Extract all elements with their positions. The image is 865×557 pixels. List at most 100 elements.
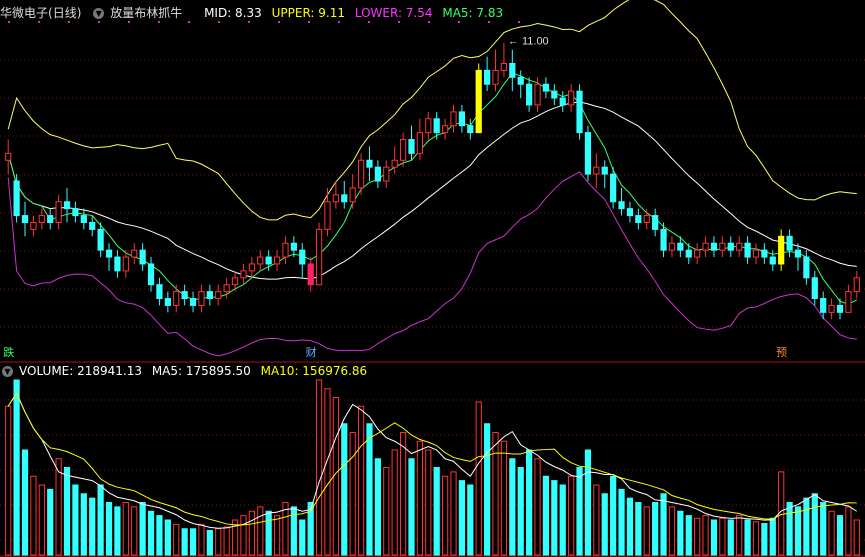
- volume-bar: [845, 506, 852, 556]
- volume-bar: [156, 515, 163, 556]
- candle-body: [710, 242, 718, 251]
- volume-bar: [13, 379, 20, 556]
- volume-bar: [509, 458, 516, 556]
- candle-body: [845, 291, 852, 313]
- volume-bar: [568, 475, 575, 556]
- volume-bar: [769, 517, 776, 556]
- upper-value: UPPER: 9.11: [271, 6, 345, 20]
- volume-bar: [727, 519, 734, 556]
- candle-body: [719, 242, 726, 251]
- volume-bar: [399, 432, 407, 556]
- volume-bar: [147, 510, 155, 556]
- volume-bar: [315, 379, 323, 556]
- volume-bar: [341, 423, 348, 556]
- candle-body: [828, 304, 835, 313]
- volume-bar: [72, 484, 79, 556]
- volume-bar: [677, 510, 684, 556]
- event-marker-1[interactable]: 财: [305, 346, 318, 359]
- candle-body: [441, 125, 449, 134]
- ma5-value: MA5: 7.83: [442, 6, 504, 20]
- candle-body: [778, 235, 785, 265]
- volume-bar: [374, 458, 381, 556]
- candle-body: [366, 159, 373, 168]
- volume-bar: [349, 432, 356, 556]
- candle-body: [568, 90, 575, 106]
- volume-bar: [694, 517, 701, 556]
- candle-body: [30, 221, 37, 230]
- candle-body: [383, 166, 390, 182]
- ma5-line: [7, 72, 858, 305]
- candle-body: [114, 256, 121, 272]
- candle-body: [677, 242, 684, 251]
- candle-body: [643, 215, 650, 223]
- candle-body: [105, 249, 113, 258]
- candle-body: [63, 201, 71, 210]
- volume-bar: [97, 484, 104, 556]
- volume-bar: [736, 515, 743, 556]
- stock-chart-window: ← 11.00 华微电子(日线) ▼ 放量布林抓牛 MID: 8.33 UPPER…: [0, 0, 865, 557]
- volume-bar: [803, 497, 810, 556]
- volume-bar: [299, 519, 306, 556]
- volume-bar: [542, 475, 550, 556]
- stock-name[interactable]: 华微电子: [0, 6, 48, 20]
- volume-bar: [744, 519, 751, 556]
- candle-body: [206, 291, 213, 300]
- candle-body: [257, 256, 264, 265]
- max-price-label: ← 11.00: [508, 36, 549, 48]
- candle-body: [341, 194, 348, 203]
- chevron-down-icon[interactable]: ▼: [2, 366, 13, 377]
- volume-bar: [685, 515, 692, 556]
- volume-bar: [55, 458, 62, 556]
- period-label[interactable]: (日线): [48, 6, 81, 20]
- candle-body: [576, 90, 583, 134]
- volume-bar: [526, 449, 533, 556]
- candle-body: [744, 242, 751, 258]
- candle-body: [660, 228, 667, 251]
- upper-band-line: [7, 0, 857, 221]
- volume-bar: [425, 449, 432, 556]
- event-marker-0[interactable]: 跌: [2, 346, 15, 359]
- candle-body: [307, 263, 314, 286]
- candle-body: [156, 284, 163, 300]
- volume-bar: [450, 471, 457, 556]
- volume-bar: [475, 401, 482, 556]
- volume-panel-header: ▼ VOLUME: 218941.13 MA5: 175895.50 MA10: …: [0, 362, 373, 380]
- candle-body: [820, 298, 827, 313]
- candle-body: [357, 159, 365, 189]
- candle-body: [685, 249, 692, 258]
- candle-body: [694, 249, 701, 258]
- volume-bar: [660, 493, 667, 556]
- chart-canvas[interactable]: ← 11.00: [0, 0, 865, 557]
- volume-bar: [80, 493, 87, 556]
- volume-bar: [122, 502, 129, 556]
- candle-body: [526, 83, 533, 106]
- candle-body: [80, 215, 87, 223]
- candle-body: [425, 118, 432, 134]
- chevron-down-icon[interactable]: ▼: [93, 8, 105, 19]
- volume-bar: [240, 515, 247, 556]
- indicator-name[interactable]: 放量布林抓牛: [110, 6, 182, 20]
- candle-body: [173, 291, 180, 306]
- candle-body: [786, 235, 793, 251]
- candle-body: [240, 270, 247, 279]
- candle-body: [315, 228, 323, 286]
- candle-body: [47, 215, 54, 223]
- volume-bar: [559, 484, 566, 556]
- volume-bar: [223, 526, 230, 556]
- volume-bar: [836, 515, 844, 556]
- candle-body: [248, 263, 255, 272]
- candle-body: [265, 256, 272, 265]
- volume-ma5-value: MA5: 175895.50: [151, 364, 251, 378]
- candle-body: [374, 166, 381, 182]
- volume-value: VOLUME: 218941.13: [19, 364, 142, 378]
- volume-bar: [458, 480, 466, 556]
- volume-bar: [702, 515, 709, 556]
- event-marker-2[interactable]: 预: [775, 346, 788, 359]
- candle-body: [391, 159, 398, 168]
- volume-bar: [811, 493, 818, 556]
- volume-bar: [433, 467, 440, 556]
- volume-bar: [181, 528, 188, 556]
- candle-body: [332, 194, 339, 203]
- candle-body: [559, 97, 566, 106]
- volume-bar: [643, 506, 650, 556]
